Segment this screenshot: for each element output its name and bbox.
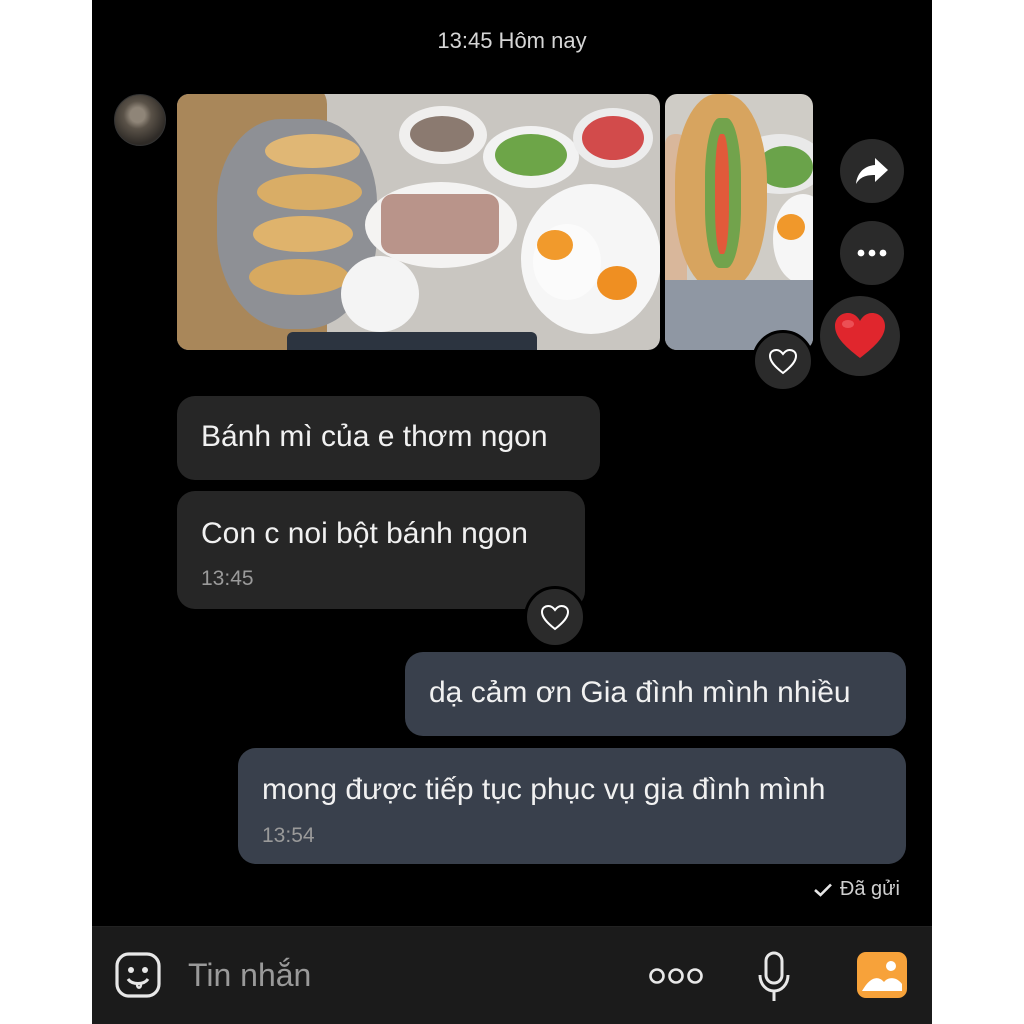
message-time: 13:54 (262, 824, 315, 847)
more-actions-button[interactable] (649, 965, 703, 987)
image-gallery-icon (857, 952, 907, 998)
chat-screen: 13:45 Hôm nay Bánh mì của e thơm ngon Co… (92, 0, 932, 1024)
message-text: Bánh mì của e thơm ngon (201, 420, 548, 453)
heart-outline-icon (768, 348, 798, 374)
date-separator: 13:45 Hôm nay (437, 28, 587, 53)
incoming-message[interactable]: Bánh mì của e thơm ngon (177, 396, 600, 480)
message-composer: Tin nhắn (92, 926, 932, 1024)
sticker-button[interactable] (114, 951, 162, 999)
shared-photo-food-table[interactable] (177, 94, 660, 350)
message-text: dạ cảm ơn Gia đình mình nhiều (429, 676, 851, 709)
share-arrow-icon (856, 158, 888, 184)
incoming-message[interactable]: Con c noi bột bánh ngon 13:45 (177, 491, 585, 609)
message-text: mong được tiếp tục phục vụ gia đình mình (262, 773, 826, 806)
delivery-status: Đã gửi (814, 878, 900, 901)
heart-icon (835, 313, 885, 358)
more-circles-icon (649, 968, 703, 984)
message-text: Con c noi bột bánh ngon (201, 517, 528, 550)
message-input[interactable]: Tin nhắn (188, 957, 311, 994)
photo-like-button[interactable] (752, 330, 814, 392)
reaction-heart-button[interactable] (820, 296, 900, 376)
delivery-status-text: Đã gửi (839, 878, 900, 900)
outgoing-message[interactable]: dạ cảm ơn Gia đình mình nhiều (405, 652, 906, 736)
message-like-button[interactable] (524, 586, 586, 648)
shared-photo-banh-mi[interactable] (665, 94, 813, 350)
sender-avatar[interactable] (114, 94, 166, 146)
more-dots-icon (857, 249, 887, 257)
microphone-icon (758, 951, 790, 1001)
heart-outline-icon (540, 604, 570, 630)
message-time: 13:45 (201, 567, 254, 590)
checkmark-icon (814, 883, 832, 897)
share-button[interactable] (840, 139, 904, 203)
outgoing-message[interactable]: mong được tiếp tục phục vụ gia đình mình… (238, 748, 906, 864)
more-options-button[interactable] (840, 221, 904, 285)
sticker-face-icon (115, 952, 161, 998)
gallery-button[interactable] (856, 951, 908, 999)
voice-message-button[interactable] (756, 951, 792, 1003)
